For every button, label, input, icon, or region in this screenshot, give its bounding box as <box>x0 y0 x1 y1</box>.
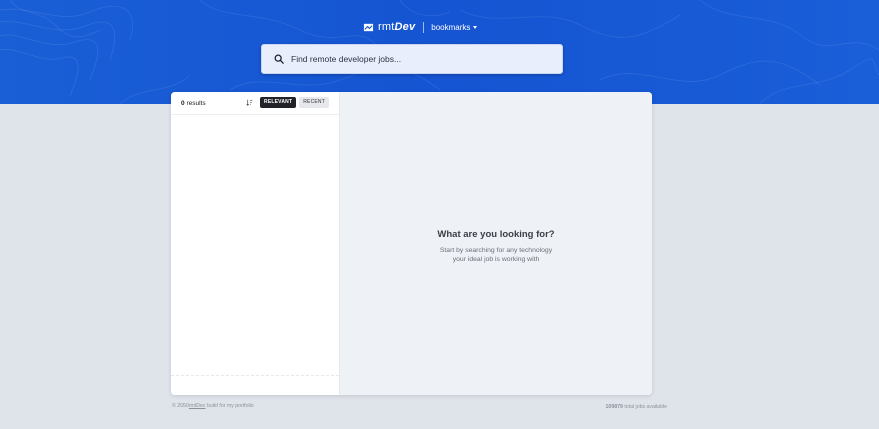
logo-text-bold: Dev <box>394 21 416 33</box>
brand-bar: rmtDev bookmarks <box>363 20 478 34</box>
results-count: 0 results <box>181 100 206 107</box>
brand-divider <box>423 21 425 33</box>
logo-icon <box>363 23 374 31</box>
copyright-link[interactable]: rmtDev <box>189 403 206 409</box>
sort-icon <box>246 99 253 106</box>
empty-state-title: What are you looking for? <box>437 229 555 240</box>
search-input[interactable] <box>291 54 541 64</box>
footer-copyright: © 2050rmtDev build for my portfolio <box>172 403 254 409</box>
caret-down-icon <box>473 25 478 29</box>
sort-recent-button[interactable]: RECENT <box>299 97 329 108</box>
results-count-number: 0 <box>181 99 185 107</box>
empty-state-line-2: your ideal job is working with <box>452 256 540 263</box>
results-count-label: results <box>186 99 206 107</box>
jobs-container: 0 results RELEVANT RECENT What are you l… <box>171 92 652 395</box>
sort-relevant-button[interactable]: RELEVANT <box>260 97 297 108</box>
copyright-suffix: build for my portfolio <box>206 403 254 409</box>
logo-text[interactable]: rmtDev <box>378 21 415 33</box>
hero-header: rmtDev bookmarks <box>0 0 879 104</box>
copyright-prefix: © 2050 <box>172 403 189 409</box>
total-jobs-count: 109879 <box>605 404 623 410</box>
job-details-panel: What are you looking for? Start by searc… <box>340 92 652 395</box>
pagination-area <box>171 375 339 395</box>
total-jobs-label: total jobs available <box>624 404 667 410</box>
empty-state-description: Start by searching for any technology yo… <box>340 246 652 264</box>
sidebar-top-bar: 0 results RELEVANT RECENT <box>171 92 339 115</box>
footer-total-jobs: 109879 total jobs available <box>606 404 667 410</box>
empty-state: What are you looking for? Start by searc… <box>340 229 652 264</box>
empty-state-line-1: Start by searching for any technology <box>439 247 553 254</box>
search-icon <box>274 54 284 64</box>
job-list-sidebar: 0 results RELEVANT RECENT <box>171 92 340 395</box>
bookmarks-label: bookmarks <box>431 22 471 32</box>
logo-text-light: rmt <box>378 21 395 33</box>
search-bar[interactable] <box>261 44 563 74</box>
bookmarks-button[interactable]: bookmarks <box>431 22 478 32</box>
sorting-controls: RELEVANT RECENT <box>246 97 329 108</box>
